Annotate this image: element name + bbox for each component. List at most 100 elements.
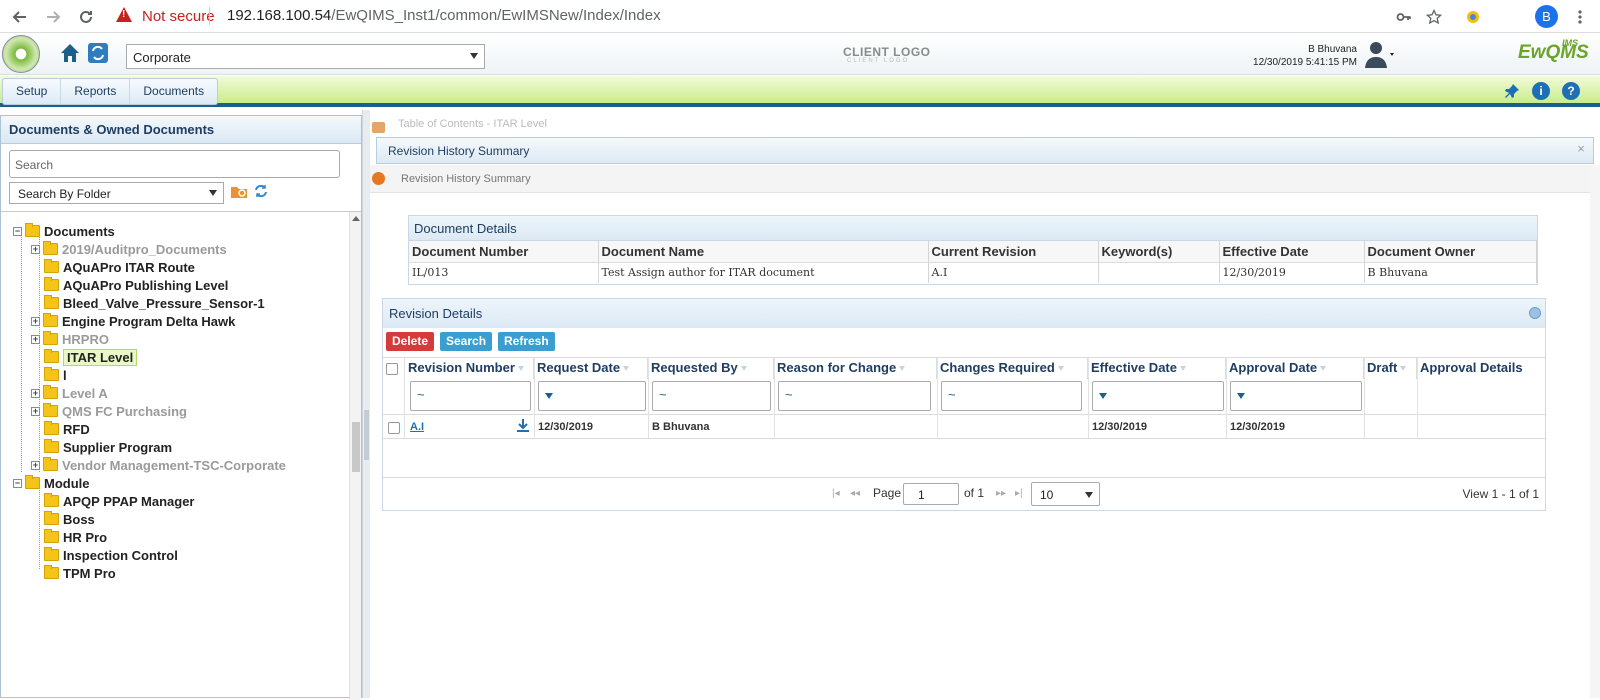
last-page-icon[interactable]: ▸| — [1015, 488, 1023, 499]
splitter-grip[interactable] — [364, 410, 369, 460]
reason-cell — [775, 415, 781, 439]
tree-item-aquapro-itar[interactable]: AQuAPro ITAR Route — [44, 258, 195, 276]
user-avatar-icon[interactable] — [1364, 39, 1394, 69]
first-page-icon[interactable]: |◂ — [832, 488, 840, 499]
home-icon[interactable] — [58, 41, 82, 65]
filter-revision-number[interactable]: ~ — [410, 381, 531, 411]
not-secure-label[interactable]: Not secure — [142, 8, 215, 25]
tree-item-aquapro-publishing[interactable]: AQuAPro Publishing Level — [44, 276, 228, 294]
browser-menu-icon[interactable] — [1568, 5, 1592, 29]
reload-icon[interactable] — [74, 5, 98, 29]
delete-button[interactable]: Delete — [386, 332, 435, 351]
breadcrumb-home-icon[interactable] — [372, 172, 385, 185]
tree-item-rfd[interactable]: RFD — [44, 420, 90, 438]
refresh-button[interactable]: Refresh — [498, 332, 555, 351]
tree-item-level-a[interactable]: + Level A — [31, 384, 108, 402]
tree-item-tpm-pro[interactable]: TPM Pro — [44, 564, 116, 582]
filter-approval-date[interactable] — [1230, 381, 1362, 411]
prev-page-icon[interactable]: ◂◂ — [850, 488, 860, 499]
tree-item-auditpro[interactable]: +2019/Auditpro_Documents — [31, 240, 227, 258]
header-approval-date[interactable]: Approval Date — [1226, 357, 1364, 379]
star-icon[interactable] — [1422, 5, 1446, 29]
collapse-icon[interactable]: − — [13, 226, 22, 236]
filter-changes-required[interactable]: ~ — [941, 381, 1082, 411]
pin-icon[interactable] — [1503, 82, 1521, 100]
organization-select[interactable]: Corporate — [126, 44, 485, 69]
select-all-checkbox[interactable] — [386, 363, 398, 375]
filter-reason-for-change[interactable]: ~ — [778, 381, 931, 411]
tree-item-itar-level[interactable]: ITAR Level — [44, 348, 138, 366]
scroll-up-icon[interactable] — [352, 216, 360, 221]
page-number-input[interactable]: 1 — [903, 483, 959, 505]
next-page-icon[interactable]: ▸▸ — [996, 488, 1006, 499]
revision-number-link[interactable]: A.I — [407, 415, 427, 439]
page-size-select[interactable]: 10 — [1031, 482, 1100, 506]
tree-scrollbar[interactable] — [349, 212, 361, 700]
collapse-icon[interactable] — [1529, 307, 1541, 319]
header-approval-details[interactable]: Approval Details — [1417, 357, 1545, 379]
tree-item-engine-program[interactable]: + Engine Program Delta Hawk — [31, 312, 235, 330]
column-label: Approval Details — [1420, 360, 1523, 375]
filter-effective-date[interactable] — [1092, 381, 1224, 411]
folder-icon — [43, 385, 58, 399]
header-requested-by[interactable]: Requested By — [648, 357, 774, 379]
tree-item-module[interactable]: − Module — [13, 474, 90, 492]
tree-item-apqp[interactable]: APQP PPAP Manager — [44, 492, 195, 510]
tree-item-inspection-control[interactable]: Inspection Control — [44, 546, 178, 564]
sort-icon — [740, 366, 747, 372]
help-icon[interactable]: ? — [1562, 82, 1580, 100]
tree-item-documents[interactable]: − Documents — [13, 222, 115, 240]
tree-item-hr-pro[interactable]: HR Pro — [44, 528, 107, 546]
menu-setup[interactable]: Setup — [3, 79, 62, 104]
header-request-date[interactable]: Request Date — [534, 357, 648, 379]
tree-item-hrpro[interactable]: + HRPRO — [31, 330, 109, 348]
app-logo-icon[interactable] — [2, 35, 40, 73]
expand-icon[interactable]: + — [31, 334, 40, 344]
column-label: Requested By — [651, 360, 738, 375]
folder-icon — [44, 529, 59, 543]
search-input[interactable]: Search — [9, 150, 340, 178]
info-icon[interactable]: i — [1532, 82, 1550, 100]
client-logo-sub: CLIENT LOGO — [847, 58, 910, 64]
panel-splitter[interactable] — [362, 110, 370, 698]
tree-item-boss[interactable]: Boss — [44, 510, 95, 528]
menu-reports[interactable]: Reports — [61, 79, 131, 104]
header-draft[interactable]: Draft — [1364, 357, 1417, 379]
sync-icon[interactable] — [86, 41, 110, 65]
filter-requested-by[interactable]: ~ — [652, 381, 771, 411]
back-icon[interactable] — [8, 5, 32, 29]
address-bar[interactable]: 192.168.100.54/EwQIMS_Inst1/common/EwIMS… — [227, 7, 661, 24]
tree-item-vendor-management[interactable]: + Vendor Management-TSC-Corporate — [31, 456, 286, 474]
expand-icon[interactable]: + — [31, 406, 40, 416]
collapse-icon[interactable]: − — [13, 478, 22, 488]
scroll-thumb[interactable] — [352, 422, 360, 472]
header-changes-required[interactable]: Changes Required — [937, 357, 1088, 379]
search-button[interactable]: Search — [440, 332, 493, 351]
close-icon[interactable]: × — [1575, 142, 1587, 155]
content-scrollbar[interactable] — [1590, 165, 1600, 698]
tree-item-qms-fc[interactable]: + QMS FC Purchasing — [31, 402, 187, 420]
profile-avatar[interactable]: B — [1535, 5, 1558, 28]
refresh-icon[interactable] — [253, 183, 269, 202]
expand-icon[interactable]: + — [31, 388, 40, 398]
tree-item-supplier-program[interactable]: Supplier Program — [44, 438, 172, 456]
key-icon[interactable] — [1392, 5, 1416, 29]
tree-item-bleed-valve[interactable]: Bleed_Valve_Pressure_Sensor-1 — [44, 294, 265, 312]
tree-item-label: APQP PPAP Manager — [63, 493, 195, 509]
header-revision-number[interactable]: Revision Number — [405, 357, 534, 379]
folder-search-icon[interactable] — [230, 184, 248, 203]
header-reason-for-change[interactable]: Reason for Change — [774, 357, 937, 379]
tree-item-l[interactable]: l — [44, 366, 67, 384]
menu-documents[interactable]: Documents — [130, 79, 217, 104]
row-checkbox[interactable] — [388, 422, 400, 434]
expand-icon[interactable]: + — [31, 316, 40, 326]
filter-request-date[interactable] — [538, 381, 646, 411]
forward-icon[interactable] — [41, 5, 65, 29]
expand-icon[interactable]: + — [31, 460, 40, 470]
extension-icon[interactable] — [1461, 5, 1485, 29]
expand-icon[interactable]: + — [31, 244, 40, 254]
breadcrumb-item[interactable]: Revision History Summary — [401, 173, 531, 185]
download-icon[interactable] — [516, 418, 530, 436]
search-by-select[interactable]: Search By Folder — [9, 182, 224, 204]
header-effective-date[interactable]: Effective Date — [1088, 357, 1226, 379]
